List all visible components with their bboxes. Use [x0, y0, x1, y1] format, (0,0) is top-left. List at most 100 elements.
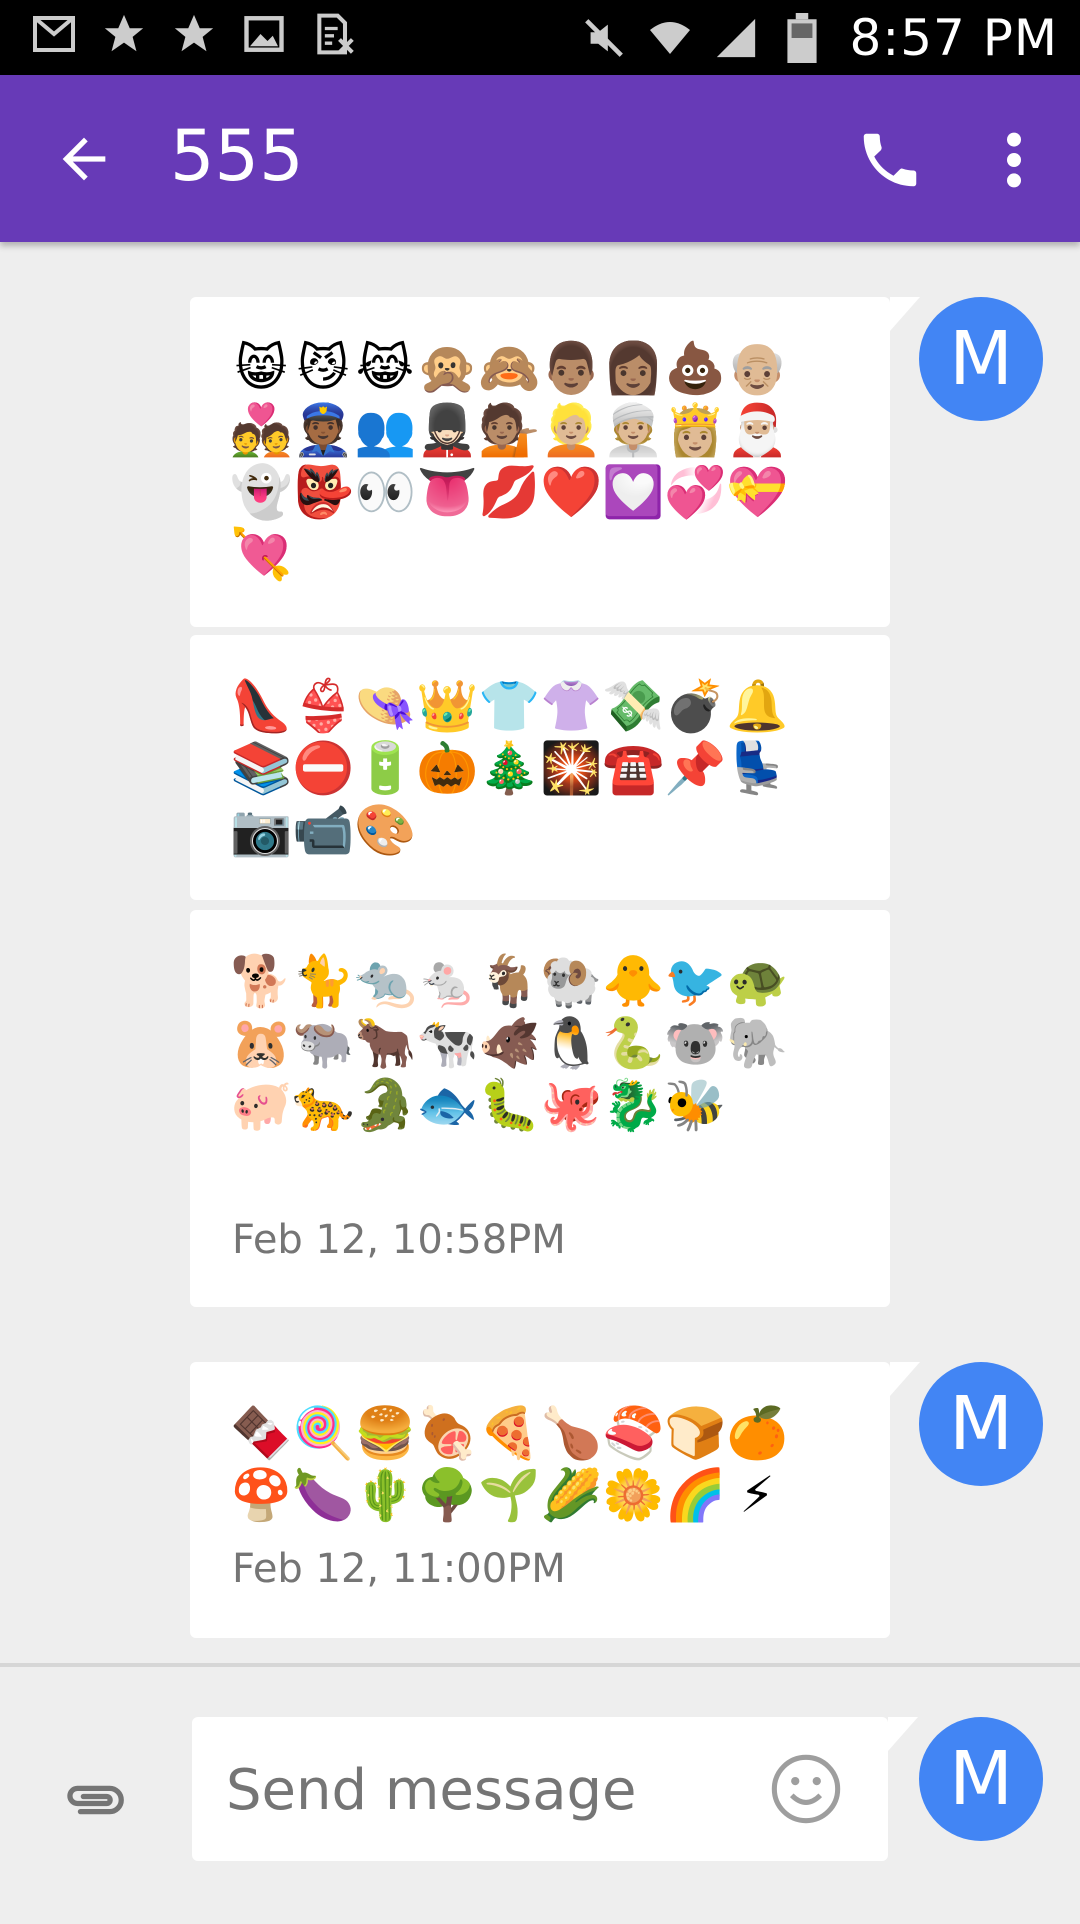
- emoji: 👕: [478, 677, 541, 735]
- avatar[interactable]: M: [919, 1362, 1043, 1486]
- emoji: 😸: [234, 339, 288, 397]
- emoji: 👒: [354, 677, 417, 735]
- emoji: 🐂: [354, 1014, 417, 1072]
- emoji: 👱🏼: [540, 401, 603, 459]
- sim-icon: [310, 10, 358, 58]
- compose-bar: M: [0, 1663, 1080, 1924]
- emoji: 🎇: [540, 739, 603, 797]
- emoji: 💸: [602, 677, 665, 735]
- emoji: 🐙: [540, 1076, 603, 1134]
- emoji: 🐘: [726, 1014, 789, 1072]
- emoji: 🐐: [478, 952, 541, 1010]
- emoji: 🎅🏼: [726, 401, 789, 459]
- message-emoji-content: 🐕 🐈 🐀 🐁 🐐 🐏 🐥 🐦 🐢 🐹 🐃 🐂 🐄 🐗 🐧 🐍 🐨 🐘 🐖 🐆 …: [230, 950, 790, 1136]
- emoji: ⛔: [292, 739, 355, 797]
- emoji: ❤️: [540, 463, 603, 521]
- emoji: 👻: [230, 463, 293, 521]
- emoji: 🌼: [602, 1466, 665, 1524]
- emoji: 🎃: [416, 739, 479, 797]
- emoji: 👚: [540, 677, 603, 735]
- emoji: 👮🏾: [292, 401, 355, 459]
- star-icon: [100, 10, 148, 58]
- message-bubble[interactable]: 😸 😼 😹 🙊 🙈 👨🏽 👩🏽 💩 👴🏼 💑 👮🏾 👥 💂🏻 💁🏽 👱🏼 👳🏼 …: [190, 297, 920, 627]
- emoji: 🐝: [664, 1076, 727, 1134]
- emoji: 💋: [478, 463, 541, 521]
- emoji: 🐦: [664, 952, 727, 1010]
- emoji: 🐀: [354, 952, 417, 1010]
- emoji: 🍞: [664, 1404, 727, 1462]
- emoji: 🍭: [292, 1404, 355, 1462]
- emoji: 🐥: [602, 952, 665, 1010]
- avatar[interactable]: M: [919, 1717, 1043, 1841]
- emoji: 🍣: [602, 1404, 665, 1462]
- emoji: 💁🏽: [478, 401, 541, 459]
- emoji: 🐄: [416, 1014, 479, 1072]
- emoji: 🐹: [230, 1014, 293, 1072]
- emoji: 🍄: [230, 1466, 293, 1524]
- message-input[interactable]: [224, 1747, 728, 1833]
- emoji: 🍗: [540, 1404, 603, 1462]
- emoji: 👅: [416, 463, 479, 521]
- emoji: 😼: [296, 339, 350, 397]
- notification-icons: [30, 10, 358, 58]
- emoji: 👸🏼: [664, 401, 727, 459]
- emoji: 🍆: [292, 1466, 355, 1524]
- back-button[interactable]: [52, 127, 116, 191]
- emoji: 🐗: [478, 1014, 541, 1072]
- emoji: 🌈: [664, 1466, 727, 1524]
- app-bar: 555: [0, 75, 1080, 242]
- message-bubble[interactable]: 🍫 🍭 🍔 🍖 🍕 🍗 🍣 🍞 🍊 🍄 🍆 🌵 🌳 🌱 🌽 🌼 🌈 ⚡ Feb …: [190, 1362, 920, 1638]
- avatar[interactable]: M: [919, 297, 1043, 421]
- status-bar: 8:57 PM: [0, 0, 1080, 75]
- emoji: 📌: [664, 739, 727, 797]
- message-bubble[interactable]: 🐕 🐈 🐀 🐁 🐐 🐏 🐥 🐦 🐢 🐹 🐃 🐂 🐄 🐗 🐧 🐍 🐨 🐘 🐖 🐆 …: [190, 910, 890, 1307]
- gmail-icon: [30, 10, 78, 58]
- more-vert-icon: [1007, 132, 1021, 188]
- emoji: 🐉: [602, 1076, 665, 1134]
- message-emoji-content: 🍫 🍭 🍔 🍖 🍕 🍗 🍣 🍞 🍊 🍄 🍆 🌵 🌳 🌱 🌽 🌼 🌈 ⚡: [230, 1402, 790, 1526]
- emoji-picker-button[interactable]: [768, 1751, 844, 1827]
- emoji: 🔔: [726, 677, 789, 735]
- emoji: 🐛: [478, 1076, 541, 1134]
- emoji: 🍫: [230, 1404, 293, 1462]
- clock: 8:57 PM: [849, 8, 1058, 67]
- emoji: 💑: [230, 401, 293, 459]
- emoji: 🍕: [478, 1404, 541, 1462]
- emoji: 😹: [355, 339, 415, 397]
- wifi-icon: [646, 14, 694, 62]
- emoji: 🍔: [354, 1404, 417, 1462]
- emoji: 💂🏻: [416, 401, 479, 459]
- emoji: 🍊: [726, 1404, 789, 1462]
- emoji: 🎨: [354, 801, 417, 859]
- emoji: 👠: [230, 677, 293, 735]
- emoji: 👥: [354, 401, 417, 459]
- emoji: 👺: [292, 463, 355, 521]
- phone-icon: [863, 133, 917, 187]
- emoji: 📷: [230, 801, 293, 859]
- emoji: 👳🏼: [602, 401, 665, 459]
- paperclip-icon: [67, 1785, 124, 1815]
- message-bubble[interactable]: 👠 👙 👒 👑 👕 👚 💸 💣 🔔 📚 ⛔ 🔋 🎃 🎄 🎇 ☎️ 📌 💺 📷 📹…: [190, 635, 890, 900]
- emoji: 🐖: [230, 1076, 293, 1134]
- emoji: 🔋: [354, 739, 417, 797]
- emoji: 🌵: [354, 1466, 417, 1524]
- emoji: 🌽: [540, 1466, 603, 1524]
- emoji: 👙: [292, 677, 355, 735]
- call-button[interactable]: [855, 125, 925, 195]
- emoji: ⚡: [739, 1466, 775, 1524]
- emoji: 🐏: [540, 952, 603, 1010]
- emoji: 🌱: [478, 1466, 541, 1524]
- emoji: 👀: [354, 463, 417, 521]
- smiley-icon: [771, 1754, 841, 1824]
- emoji: 🐃: [292, 1014, 355, 1072]
- emoji: 💣: [664, 677, 727, 735]
- message-emoji-content: 😸 😼 😹 🙊 🙈 👨🏽 👩🏽 💩 👴🏼 💑 👮🏾 👥 💂🏻 💁🏽 👱🏼 👳🏼 …: [230, 337, 790, 585]
- emoji: 🐕: [230, 952, 293, 1010]
- system-icons: 8:57 PM: [580, 0, 1058, 75]
- emoji: 💞: [664, 463, 727, 521]
- emoji: 🐢: [726, 952, 789, 1010]
- more-options-button[interactable]: [996, 125, 1032, 195]
- emoji: 👴🏼: [726, 339, 789, 397]
- attach-button[interactable]: [60, 1765, 130, 1835]
- emoji: 💝: [726, 463, 789, 521]
